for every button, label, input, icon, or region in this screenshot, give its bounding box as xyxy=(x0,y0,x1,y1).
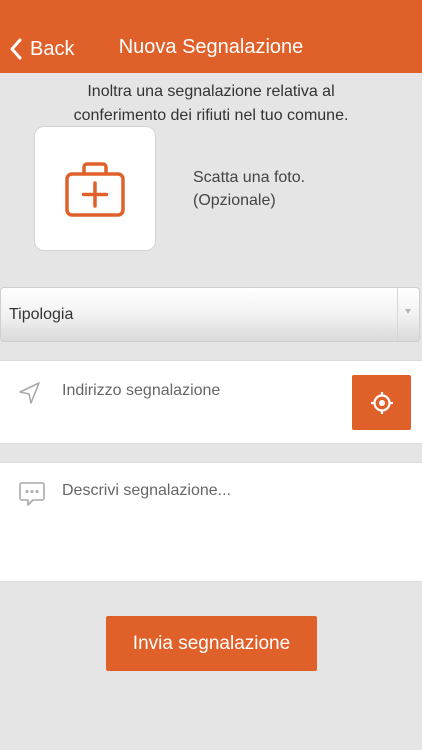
select-arrow-box xyxy=(397,288,419,341)
take-photo-button[interactable] xyxy=(34,126,156,251)
page-title: Nuova Segnalazione xyxy=(118,36,304,58)
intro-text: Inoltra una segnalazione relativa al con… xyxy=(20,80,402,128)
submit-button[interactable]: Invia segnalazione xyxy=(106,616,317,671)
crosshair-icon xyxy=(370,391,393,414)
photo-hint: Scatta una foto. (Opzionale) xyxy=(193,166,305,212)
intro-line-2: conferimento dei rifiuti nel tuo comune. xyxy=(73,107,349,124)
intro-line-1: Inoltra una segnalazione relativa al xyxy=(87,83,335,100)
description-panel xyxy=(0,462,422,582)
locate-button[interactable] xyxy=(352,375,411,430)
photo-hint-line-1: Scatta una foto. xyxy=(193,169,306,186)
tipologia-selected-value: Tipologia xyxy=(9,306,74,323)
address-panel xyxy=(0,360,422,444)
chevron-down-icon xyxy=(405,309,411,314)
tipologia-select[interactable]: Tipologia xyxy=(0,287,420,342)
photo-hint-line-2: (Opzionale) xyxy=(193,192,276,209)
address-input[interactable] xyxy=(62,379,342,403)
navigation-arrow-icon xyxy=(19,382,40,404)
screen: Back Nuova Segnalazione Inoltra una segn… xyxy=(0,0,422,750)
chat-bubble-icon xyxy=(19,482,45,506)
navigation-bar: Back Nuova Segnalazione xyxy=(0,0,422,73)
description-input[interactable] xyxy=(62,481,402,571)
add-photo-icon xyxy=(65,161,125,217)
